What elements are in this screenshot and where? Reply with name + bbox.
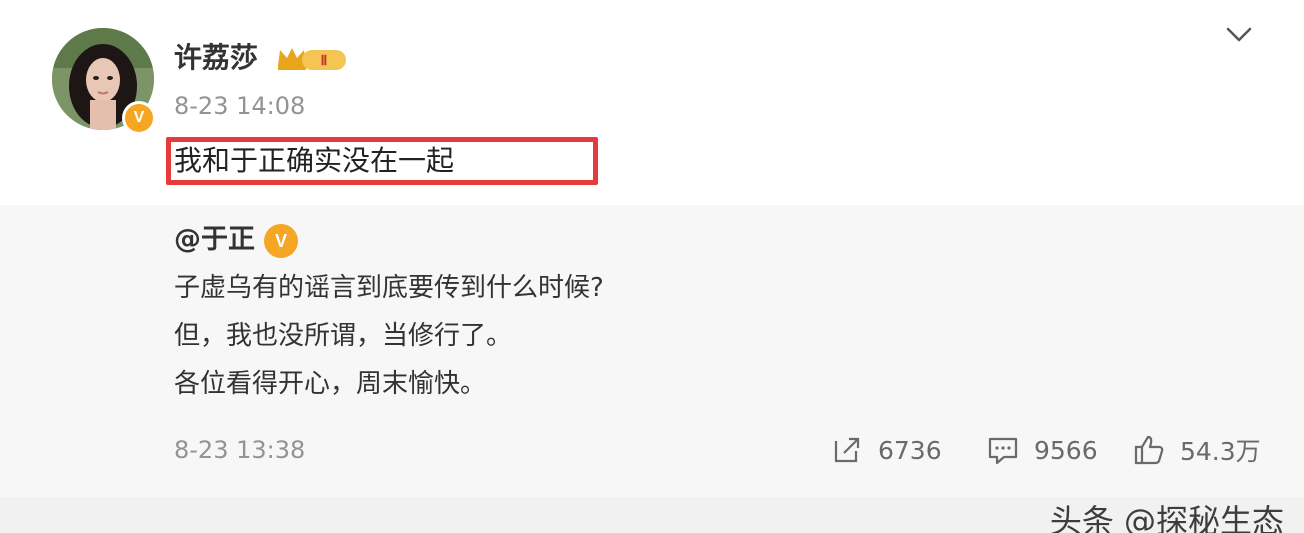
mention-author[interactable]: @于正 bbox=[174, 222, 255, 258]
watermark: 头条 @探秘生态 bbox=[1049, 502, 1284, 533]
post-text: 我和于正确实没在一起 bbox=[174, 144, 455, 177]
share-icon bbox=[834, 437, 860, 463]
post-timestamp[interactable]: 8-23 14:08 bbox=[174, 88, 305, 124]
verified-v-icon: V bbox=[122, 101, 156, 135]
comment-button[interactable]: 9566 bbox=[986, 430, 1098, 470]
repost-line-3: 各位看得开心，周末愉快。 bbox=[174, 369, 487, 399]
comment-count: 9566 bbox=[1034, 435, 1098, 465]
repost-count: 6736 bbox=[878, 435, 942, 465]
repost-timestamp[interactable]: 8-23 13:38 bbox=[174, 432, 305, 468]
thumbs-up-icon bbox=[1134, 435, 1164, 465]
chevron-down-icon[interactable] bbox=[1226, 26, 1252, 44]
member-level-badge: Ⅱ bbox=[278, 48, 346, 70]
level-badge-label: Ⅱ bbox=[321, 54, 328, 69]
like-count: 54.3万 bbox=[1180, 437, 1261, 466]
repost-line-2: 但，我也没所谓，当修行了。 bbox=[174, 321, 513, 351]
verified-v-icon: V bbox=[264, 224, 298, 258]
like-button[interactable]: 54.3万 bbox=[1132, 430, 1261, 470]
author-name[interactable]: 许荔莎 bbox=[174, 38, 258, 78]
repost-button[interactable]: 6736 bbox=[830, 430, 942, 470]
repost-line-1: 子虚乌有的谣言到底要传到什么时候? bbox=[174, 273, 604, 303]
comment-icon bbox=[988, 437, 1018, 465]
weibo-post-card: V 许荔莎 Ⅱ 8-23 14:08 我和于正确实没在一起 @于正 V 子虚乌有… bbox=[0, 0, 1304, 533]
